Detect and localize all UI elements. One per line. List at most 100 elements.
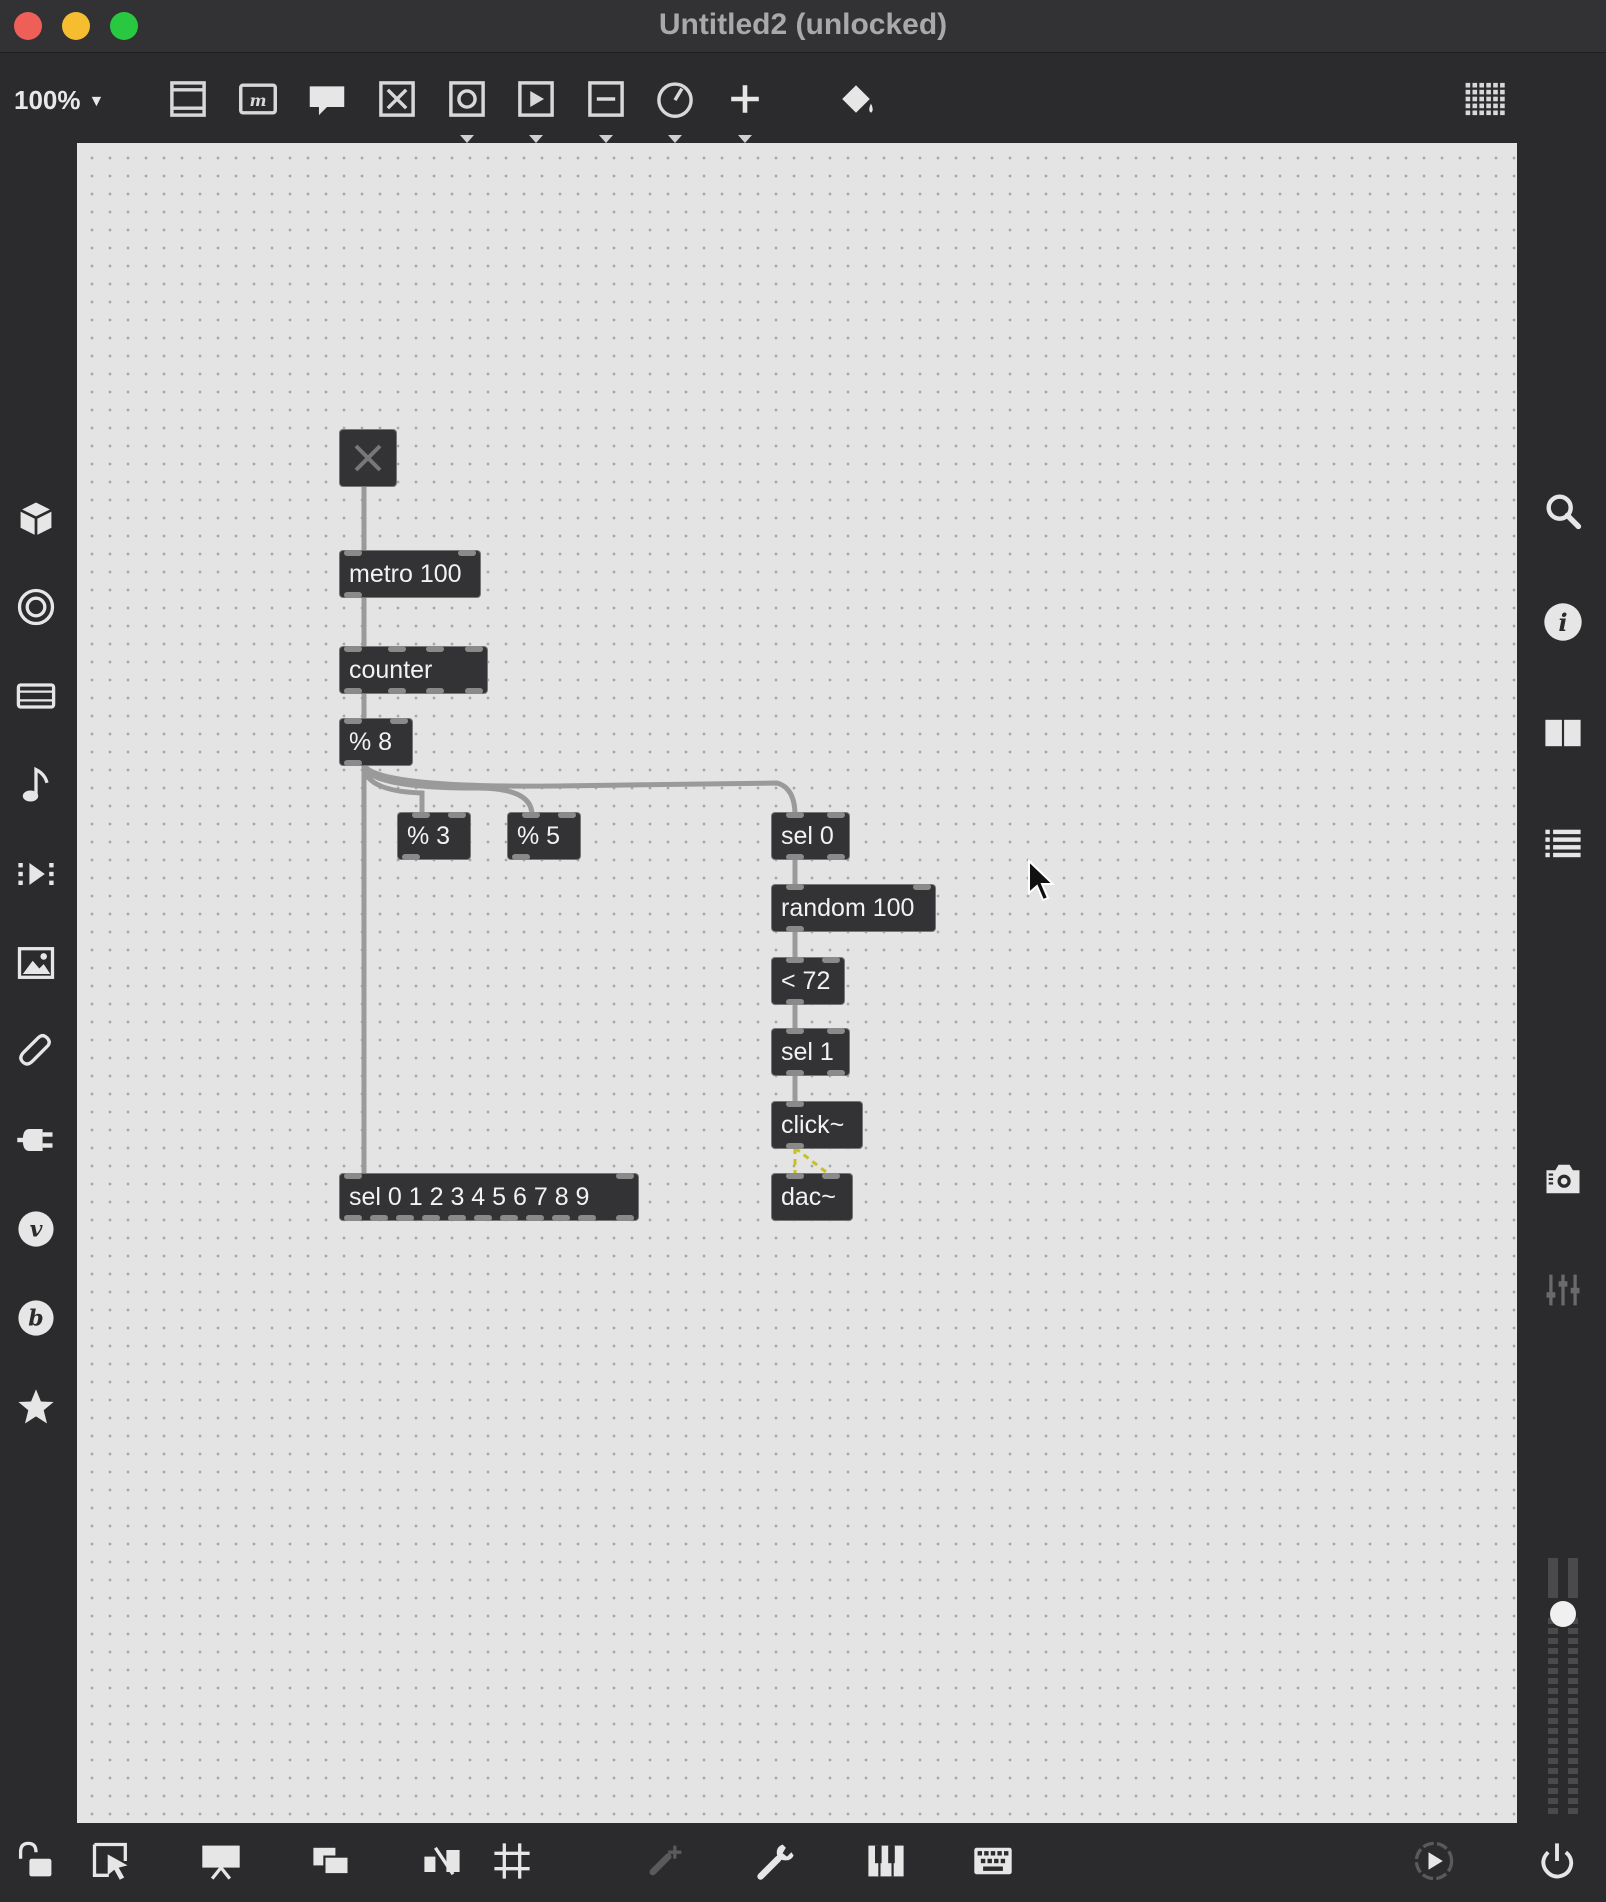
outlet[interactable] xyxy=(474,1215,492,1221)
keyboard-icon[interactable] xyxy=(969,1837,1017,1885)
inlet[interactable] xyxy=(616,1173,634,1179)
comment-icon[interactable] xyxy=(303,75,351,123)
click-tilde-object[interactable]: click~ xyxy=(772,1101,862,1149)
outlet[interactable] xyxy=(578,1215,596,1221)
less-than-72-object[interactable]: < 72 xyxy=(772,957,844,1005)
outlet[interactable] xyxy=(465,688,483,694)
toggle-object[interactable] xyxy=(340,430,396,486)
layers-icon[interactable] xyxy=(307,1837,355,1885)
inlet[interactable] xyxy=(827,812,845,818)
inlet[interactable] xyxy=(786,1028,804,1034)
add-connection-icon[interactable] xyxy=(642,1837,690,1885)
inlet[interactable] xyxy=(448,812,466,818)
star-icon[interactable] xyxy=(12,1383,60,1431)
outlet[interactable] xyxy=(344,760,362,766)
target-icon[interactable] xyxy=(12,583,60,631)
outlet[interactable] xyxy=(827,1070,845,1076)
v-logo-icon[interactable]: v xyxy=(12,1205,60,1253)
inlet[interactable] xyxy=(822,1173,840,1179)
outlet[interactable] xyxy=(448,1215,466,1221)
outlet[interactable] xyxy=(500,1215,518,1221)
presentation-icon[interactable] xyxy=(164,75,212,123)
inlet[interactable] xyxy=(913,884,931,890)
outlet[interactable] xyxy=(426,688,444,694)
paperclip-icon[interactable] xyxy=(12,1027,60,1075)
list-icon[interactable] xyxy=(1539,820,1587,868)
patcher-canvas[interactable]: metro 100 counter % 8 % 3 % 5 sel 0 rand… xyxy=(77,143,1517,1823)
outlet[interactable] xyxy=(526,1215,544,1221)
columns-icon[interactable] xyxy=(1539,709,1587,757)
outlet[interactable] xyxy=(786,1143,804,1149)
mixer-icon[interactable] xyxy=(1539,1266,1587,1314)
inlet[interactable] xyxy=(827,1028,845,1034)
presentation-mode-icon[interactable] xyxy=(197,1837,245,1885)
outlet[interactable] xyxy=(344,1215,362,1221)
plug-icon[interactable] xyxy=(12,1116,60,1164)
outlet[interactable] xyxy=(786,1070,804,1076)
inlet[interactable] xyxy=(390,718,408,724)
zoom-dropdown[interactable]: 100% ▼ xyxy=(14,85,104,116)
inlet[interactable] xyxy=(344,1173,362,1179)
inlet[interactable] xyxy=(344,718,362,724)
lock-icon[interactable] xyxy=(12,1837,60,1885)
outlet[interactable] xyxy=(396,1215,414,1221)
b-logo-icon[interactable]: b xyxy=(12,1294,60,1342)
inlet[interactable] xyxy=(344,646,362,652)
image-icon[interactable] xyxy=(12,939,60,987)
modulo-3-object[interactable]: % 3 xyxy=(398,812,470,860)
outlet[interactable] xyxy=(344,688,362,694)
grid-icon[interactable] xyxy=(488,1837,536,1885)
modulo-5-object[interactable]: % 5 xyxy=(508,812,580,860)
music-note-icon[interactable] xyxy=(12,761,60,809)
outlet[interactable] xyxy=(370,1215,388,1221)
toggle-object-icon[interactable] xyxy=(373,75,421,123)
inlet[interactable] xyxy=(558,812,576,818)
add-object-icon[interactable] xyxy=(721,75,769,143)
select-icon[interactable] xyxy=(87,1837,135,1885)
outlet[interactable] xyxy=(422,1215,440,1221)
volume-knob[interactable] xyxy=(1550,1601,1576,1627)
search-icon[interactable] xyxy=(1539,487,1587,535)
inlet[interactable] xyxy=(522,812,540,818)
outlet[interactable] xyxy=(388,688,406,694)
sel-multi-object[interactable]: sel 0 1 2 3 4 5 6 7 8 9 xyxy=(340,1173,638,1221)
inlet[interactable] xyxy=(786,884,804,890)
patch-cord-icon[interactable] xyxy=(418,1837,466,1885)
random-object[interactable]: random 100 xyxy=(772,884,935,932)
wrench-icon[interactable] xyxy=(752,1837,800,1885)
outlet[interactable] xyxy=(786,999,804,1005)
inlet[interactable] xyxy=(786,1173,804,1179)
inlet[interactable] xyxy=(412,812,430,818)
play-circle-icon[interactable] xyxy=(1410,1837,1458,1885)
inlet[interactable] xyxy=(458,550,476,556)
modulo-8-object[interactable]: % 8 xyxy=(340,718,412,766)
grid-keyboard-icon[interactable] xyxy=(1460,75,1508,123)
button-object-icon[interactable] xyxy=(443,75,491,143)
inlet[interactable] xyxy=(426,646,444,652)
outlet[interactable] xyxy=(344,592,362,598)
sel-1-object[interactable]: sel 1 xyxy=(772,1028,849,1076)
dial-object-icon[interactable] xyxy=(651,75,699,143)
inlet[interactable] xyxy=(465,646,483,652)
outlet[interactable] xyxy=(786,926,804,932)
outlet[interactable] xyxy=(827,854,845,860)
message-box-icon[interactable]: m xyxy=(234,75,282,123)
paint-bucket-icon[interactable] xyxy=(832,75,880,123)
cube-icon[interactable] xyxy=(12,495,60,543)
step-forward-icon[interactable] xyxy=(12,850,60,898)
outlet[interactable] xyxy=(402,854,420,860)
snapshot-icon[interactable] xyxy=(1539,1155,1587,1203)
inlet[interactable] xyxy=(786,812,804,818)
info-icon[interactable]: i xyxy=(1539,598,1587,646)
inlet[interactable] xyxy=(786,1101,804,1107)
inlet[interactable] xyxy=(786,957,804,963)
sel-0-object[interactable]: sel 0 xyxy=(772,812,849,860)
piano-icon[interactable] xyxy=(862,1837,910,1885)
film-icon[interactable] xyxy=(12,672,60,720)
metro-object[interactable]: metro 100 xyxy=(340,550,480,598)
outlet[interactable] xyxy=(552,1215,570,1221)
play-object-icon[interactable] xyxy=(512,75,560,143)
master-volume-slider[interactable] xyxy=(1538,1558,1588,1818)
counter-object[interactable]: counter xyxy=(340,646,487,694)
outlet[interactable] xyxy=(512,854,530,860)
